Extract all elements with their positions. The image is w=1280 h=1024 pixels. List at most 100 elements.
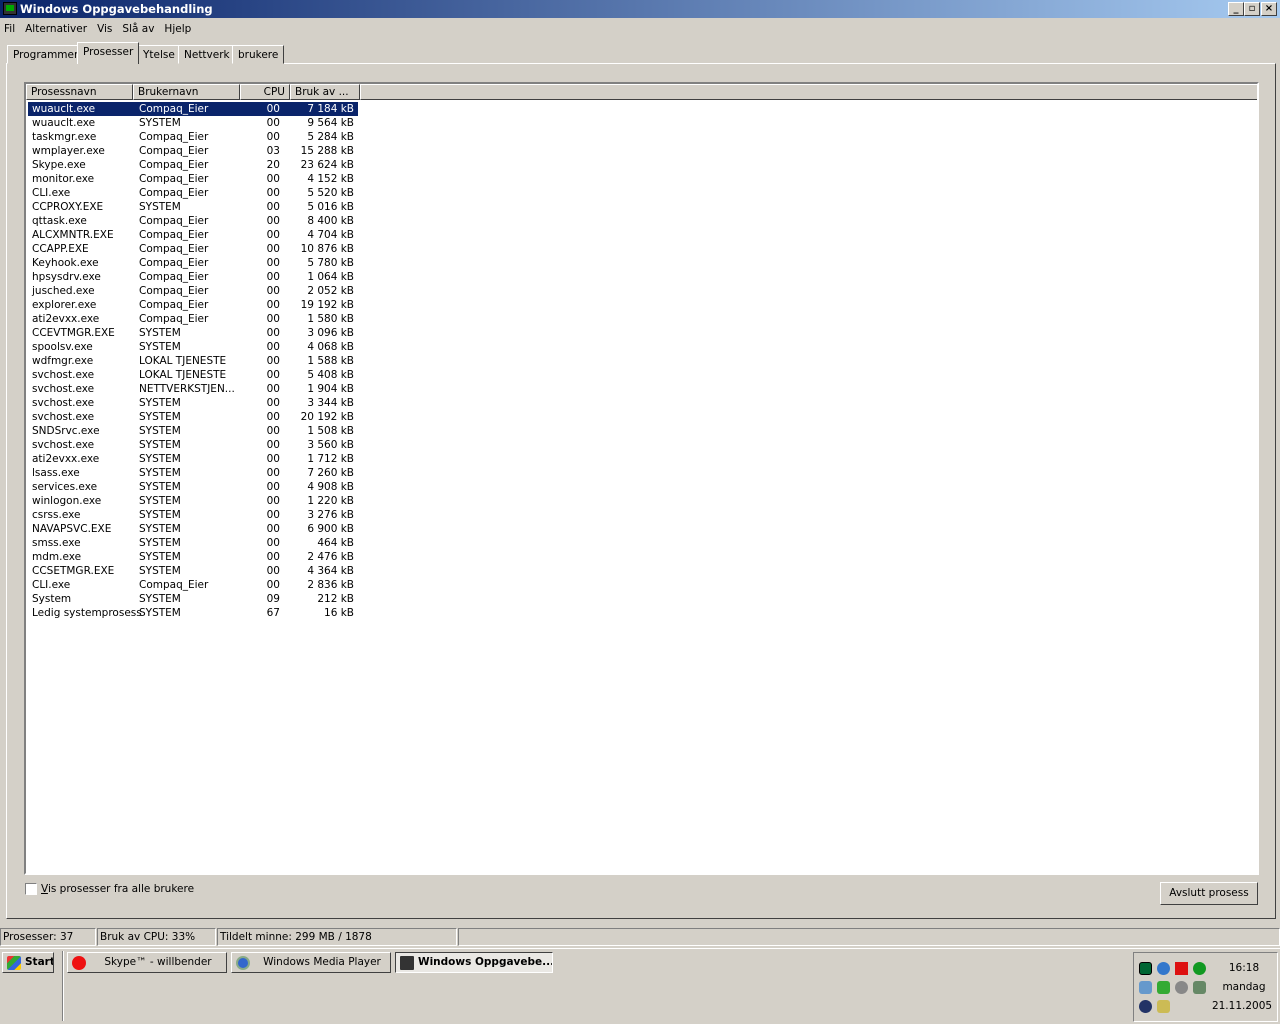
user-name: Compaq_Eier [139,285,209,297]
show-all-users-label[interactable]: Vis prosesser fra alle brukere [41,883,194,895]
memory-value: 4 152 kB [307,173,354,185]
taskbar-media-player[interactable]: Windows Media Player [231,952,391,973]
process-row[interactable]: svchost.exe SYSTEM 00 20 192 kB [28,410,358,424]
column-header-brukernavn[interactable]: Brukernavn [133,84,240,100]
process-row[interactable]: CCAPP.EXE Compaq_Eier 00 10 876 kB [28,242,358,256]
process-row[interactable]: SNDSrvc.exe SYSTEM 00 1 508 kB [28,424,358,438]
process-row[interactable]: Keyhook.exe Compaq_Eier 00 5 780 kB [28,256,358,270]
close-button[interactable]: × [1261,2,1277,16]
clock-date[interactable]: 21.11.2005 [1208,1000,1276,1012]
user-name: SYSTEM [139,117,181,129]
cpu-value: 00 [266,355,280,367]
memory-value: 4 068 kB [307,341,354,353]
memory-value: 23 624 kB [300,159,354,171]
cpu-value: 67 [266,607,280,619]
process-row[interactable]: hpsysdrv.exe Compaq_Eier 00 1 064 kB [28,270,358,284]
cpu-value: 00 [266,341,280,353]
security-icon[interactable] [1157,1000,1170,1013]
menu-sla-av[interactable]: Slå av [117,19,159,37]
tab-ytelse[interactable]: Ytelse [137,45,181,64]
column-header-memory[interactable]: Bruk av ... [290,84,360,100]
minimize-button[interactable]: _ [1228,2,1244,16]
taskbar-skype[interactable]: Skype™ - willbender [67,952,227,973]
tab-nettverk[interactable]: Nettverk [178,45,236,64]
process-row[interactable]: svchost.exe LOKAL TJENESTE 00 5 408 kB [28,368,358,382]
process-row[interactable]: lsass.exe SYSTEM 00 7 260 kB [28,466,358,480]
process-name: svchost.exe [32,397,95,409]
menu-alternativer[interactable]: Alternativer [20,19,92,37]
process-row[interactable]: CCSETMGR.EXE SYSTEM 00 4 364 kB [28,564,358,578]
phone-icon[interactable] [1157,981,1170,994]
tab-programmer[interactable]: Programmer [7,45,85,64]
tab-brukere[interactable]: brukere [232,45,285,64]
start-button[interactable]: Start [2,952,54,973]
search-icon[interactable] [1139,1000,1152,1013]
process-row[interactable]: svchost.exe SYSTEM 00 3 560 kB [28,438,358,452]
process-row[interactable]: CLI.exe Compaq_Eier 00 5 520 kB [28,186,358,200]
ati-icon[interactable] [1175,962,1188,975]
process-row[interactable]: explorer.exe Compaq_Eier 00 19 192 kB [28,298,358,312]
user-name: Compaq_Eier [139,299,209,311]
taskbar-separator [62,951,64,1021]
process-name: Skype.exe [32,159,86,171]
process-row[interactable]: monitor.exe Compaq_Eier 00 4 152 kB [28,172,358,186]
process-row[interactable]: ALCXMNTR.EXE Compaq_Eier 00 4 704 kB [28,228,358,242]
process-row[interactable]: CCEVTMGR.EXE SYSTEM 00 3 096 kB [28,326,358,340]
taskbar-task-manager[interactable]: Windows Oppgavebe... [395,952,553,973]
column-header-cpu[interactable]: CPU [240,84,290,100]
process-row[interactable]: spoolsv.exe SYSTEM 00 4 068 kB [28,340,358,354]
process-row[interactable]: System SYSTEM 09 212 kB [28,592,358,606]
process-row[interactable]: taskmgr.exe Compaq_Eier 00 5 284 kB [28,130,358,144]
globe-icon[interactable] [1193,962,1206,975]
process-row[interactable]: svchost.exe NETTVERKSTJEN... 00 1 904 kB [28,382,358,396]
user-name: Compaq_Eier [139,271,209,283]
column-header-prosessnavn[interactable]: Prosessnavn [26,84,133,100]
process-row[interactable]: wuauclt.exe SYSTEM 00 9 564 kB [28,116,358,130]
process-row[interactable]: ati2evxx.exe Compaq_Eier 00 1 580 kB [28,312,358,326]
memory-value: 3 276 kB [307,509,354,521]
show-all-users-checkbox[interactable] [25,883,37,895]
cpu-value: 00 [266,439,280,451]
user-name: Compaq_Eier [139,131,209,143]
network-globe-icon[interactable] [1157,962,1170,975]
network-computers-icon[interactable] [1139,981,1152,994]
process-row[interactable]: mdm.exe SYSTEM 00 2 476 kB [28,550,358,564]
cpu-value: 00 [266,187,280,199]
end-process-button[interactable]: Avslutt prosess [1160,882,1258,905]
process-row[interactable]: wmplayer.exe Compaq_Eier 03 15 288 kB [28,144,358,158]
clock-time[interactable]: 16:18 [1214,962,1274,974]
process-row[interactable]: winlogon.exe SYSTEM 00 1 220 kB [28,494,358,508]
speaker-icon[interactable] [1175,981,1188,994]
cpu-value: 00 [266,271,280,283]
tab-prosesser[interactable]: Prosesser [77,42,140,64]
user-name: Compaq_Eier [139,257,209,269]
cpu-value: 00 [266,285,280,297]
process-row[interactable]: svchost.exe SYSTEM 00 3 344 kB [28,396,358,410]
user-name: LOKAL TJENESTE [139,369,227,381]
process-row[interactable]: Ledig systemprosess SYSTEM 67 16 kB [28,606,358,620]
process-row[interactable]: smss.exe SYSTEM 00 464 kB [28,536,358,550]
user-name: Compaq_Eier [139,243,209,255]
process-row[interactable]: CCPROXY.EXE SYSTEM 00 5 016 kB [28,200,358,214]
process-row[interactable]: Skype.exe Compaq_Eier 20 23 624 kB [28,158,358,172]
menu-vis[interactable]: Vis [92,19,117,37]
update-icon[interactable] [1193,981,1206,994]
memory-value: 1 508 kB [307,425,354,437]
process-row[interactable]: NAVAPSVC.EXE SYSTEM 00 6 900 kB [28,522,358,536]
process-row[interactable]: jusched.exe Compaq_Eier 00 2 052 kB [28,284,358,298]
process-row[interactable]: services.exe SYSTEM 00 4 908 kB [28,480,358,494]
maximize-button[interactable]: ▫ [1244,2,1260,16]
process-list[interactable]: Prosessnavn Brukernavn CPU Bruk av ... w… [24,82,1259,875]
cpu-meter-icon[interactable] [1139,962,1152,975]
user-name: Compaq_Eier [139,159,209,171]
process-row[interactable]: ati2evxx.exe SYSTEM 00 1 712 kB [28,452,358,466]
process-row[interactable]: csrss.exe SYSTEM 00 3 276 kB [28,508,358,522]
process-row[interactable]: wuauclt.exe Compaq_Eier 00 7 184 kB [27,101,359,117]
process-row[interactable]: wdfmgr.exe LOKAL TJENESTE 00 1 588 kB [28,354,358,368]
clock-day[interactable]: mandag [1214,981,1274,993]
process-row[interactable]: qttask.exe Compaq_Eier 00 8 400 kB [28,214,358,228]
user-name: SYSTEM [139,453,181,465]
menu-fil[interactable]: Fil [0,19,20,37]
process-row[interactable]: CLI.exe Compaq_Eier 00 2 836 kB [28,578,358,592]
menu-hjelp[interactable]: Hjelp [159,19,196,37]
